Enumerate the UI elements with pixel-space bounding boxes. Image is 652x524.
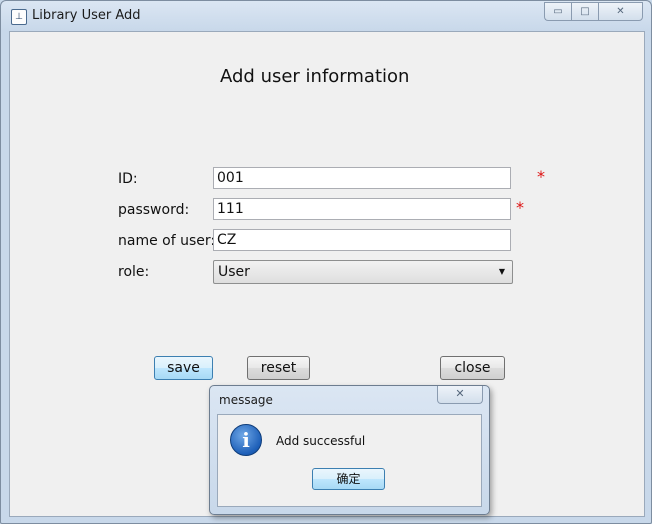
page-title: Add user information — [220, 66, 410, 87]
dialog-title: message — [219, 393, 273, 407]
ok-button[interactable]: 确定 — [312, 468, 385, 490]
info-icon: i — [230, 424, 262, 456]
close-window-button[interactable]: ✕ — [598, 2, 643, 21]
close-icon: ✕ — [616, 6, 625, 17]
minimize-icon: ▭ — [553, 6, 563, 17]
window-controls: ▭ □ ✕ — [544, 2, 643, 21]
minimize-button[interactable]: ▭ — [544, 2, 571, 21]
dialog-body: i Add successful 确定 — [217, 414, 482, 507]
dialog-message: Add successful — [276, 434, 366, 448]
dialog-close-button[interactable]: ✕ — [437, 386, 483, 404]
password-required-mark: * — [516, 198, 524, 217]
chevron-down-icon: ▼ — [498, 267, 505, 276]
role-selected-value: User — [218, 264, 250, 280]
password-label: password: — [118, 202, 190, 218]
maximize-icon: □ — [580, 6, 590, 17]
maximize-button[interactable]: □ — [571, 2, 598, 21]
window-title: Library User Add — [32, 8, 141, 23]
message-dialog: message ✕ i Add successful 确定 — [209, 385, 490, 515]
app-icon[interactable]: ⊥ — [11, 9, 27, 25]
close-icon: ✕ — [455, 387, 465, 400]
role-select[interactable]: User ▼ — [213, 260, 513, 284]
save-button[interactable]: save — [154, 356, 213, 380]
reset-button[interactable]: reset — [247, 356, 310, 380]
password-field[interactable]: 111 — [213, 198, 511, 220]
id-label: ID: — [118, 171, 138, 187]
id-required-mark: * — [537, 167, 545, 186]
name-of-user-label: name of user: — [118, 233, 216, 249]
role-label: role: — [118, 264, 150, 280]
id-field[interactable]: 001 — [213, 167, 511, 189]
name-of-user-field[interactable]: CZ — [213, 229, 511, 251]
title-bar[interactable]: ⊥ Library User Add ▭ □ ✕ — [1, 1, 651, 31]
close-button[interactable]: close — [440, 356, 505, 380]
